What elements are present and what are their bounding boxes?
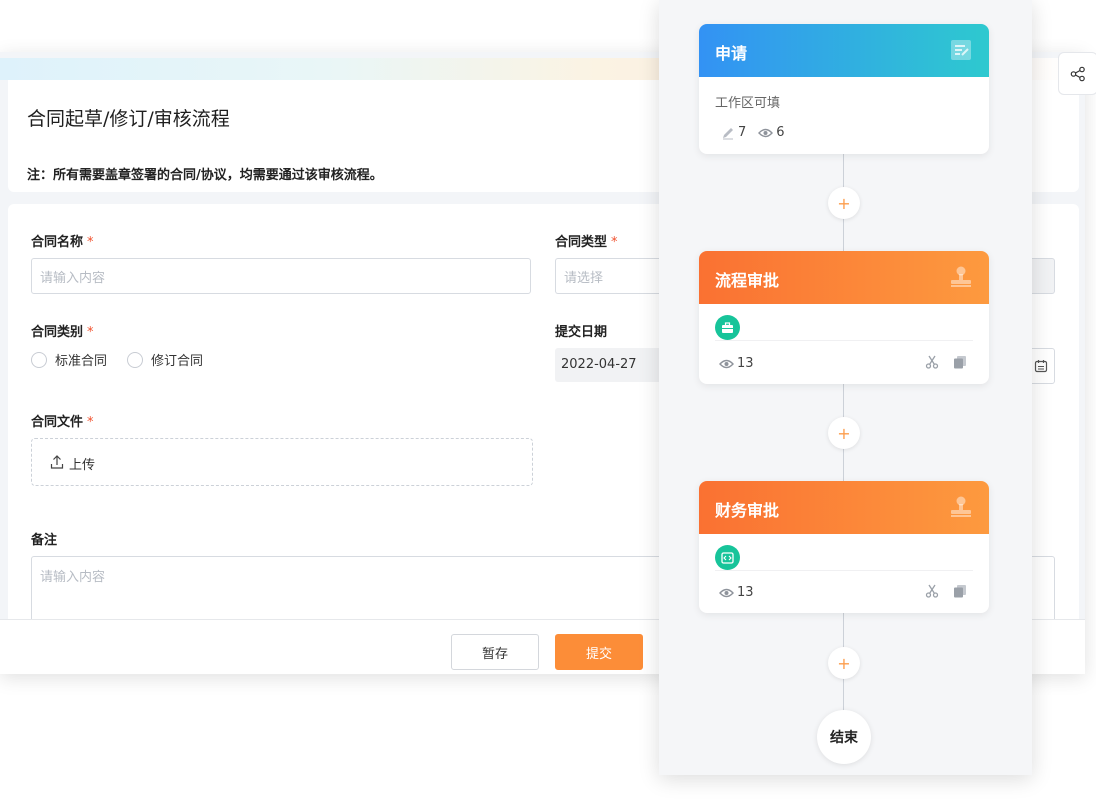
flow-node-finance-approval[interactable]: 财务审批 13 [699,481,989,613]
required-mark: * [611,235,618,250]
scissors-icon[interactable] [925,355,939,369]
remark-label: 备注 [31,533,58,548]
contract-name-input[interactable]: 请输入内容 [31,258,531,294]
radio-circle[interactable] [127,351,143,368]
radio-circle[interactable] [31,351,47,368]
remark-placeholder: 请输入内容 [40,570,106,585]
save-draft-button[interactable]: 暂存 [451,634,539,670]
upload-icon [50,455,64,469]
briefcase-badge [715,315,740,340]
contract-file-label-text: 合同文件 [31,415,84,430]
submit-button[interactable]: 提交 [555,634,643,670]
contract-type-select-end[interactable] [1032,258,1055,294]
contract-file-label: 合同文件 * [31,411,94,430]
node-header: 申请 [699,24,989,77]
required-mark: * [87,325,94,340]
eye-icon [758,128,774,137]
view-count: 6 [776,125,785,140]
node-divider [715,340,973,341]
add-node-button[interactable]: + [828,647,860,679]
view-count: 13 [737,585,754,600]
radio-standard-label: 标准合同 [55,354,108,369]
flow-end-node: 结束 [817,710,871,764]
view-count: 13 [737,356,754,371]
copy-icon[interactable] [953,355,967,369]
node-actions [925,355,967,369]
contract-type-placeholder: 请选择 [564,271,604,286]
scissors-icon[interactable] [925,584,939,598]
eye-icon [719,588,734,597]
contract-name-label-text: 合同名称 [31,235,84,250]
copy-icon[interactable] [953,584,967,598]
flow-node-process-approval[interactable]: 流程审批 13 [699,251,989,384]
eye-icon [719,359,734,368]
upload-dropzone[interactable]: 上传 [31,438,533,486]
node-title: 流程审批 [715,271,780,290]
contract-category-label-text: 合同类别 [31,325,84,340]
node-subtitle: 工作区可填 [715,96,781,111]
node-title: 财务审批 [715,501,780,520]
code-icon [721,551,734,564]
submit-date-label: 提交日期 [555,325,608,340]
code-badge [715,545,740,570]
contract-type-label-text: 合同类型 [555,235,608,250]
required-mark: * [87,235,94,250]
radio-revised-label: 修订合同 [151,354,204,369]
stamp-icon [951,266,971,287]
share-button[interactable] [1058,52,1096,95]
page-title: 合同起草/修订/审核流程 [27,108,230,130]
upload-label: 上传 [69,458,96,473]
briefcase-icon [722,321,733,333]
page-note: 注：所有需要盖章签署的合同/协议，均需要通过该审核流程。 [27,168,383,183]
edit-icon [723,127,733,139]
add-node-button[interactable]: + [828,187,860,219]
node-stats: 7 6 [721,125,785,140]
radio-standard-contract[interactable]: 标准合同 [31,350,107,369]
contract-name-label: 合同名称 * [31,231,94,250]
node-stats: 13 [719,585,754,600]
form-icon [951,40,971,60]
share-icon[interactable] [1070,66,1086,82]
contract-category-label: 合同类别 * [31,321,94,340]
node-header: 财务审批 [699,481,989,534]
required-mark: * [87,415,94,430]
add-node-button[interactable]: + [828,417,860,449]
date-picker-end[interactable] [1030,348,1055,384]
edit-count: 7 [738,125,747,140]
flow-node-apply[interactable]: 申请 工作区可填 7 6 [699,24,989,154]
contract-name-placeholder: 请输入内容 [40,271,106,286]
node-stats: 13 [719,356,754,371]
contract-type-label: 合同类型 * [555,231,618,250]
stamp-icon [951,496,971,517]
calendar-icon[interactable] [1034,359,1048,373]
node-divider [715,570,973,571]
radio-revised-contract[interactable]: 修订合同 [127,350,203,369]
node-title: 申请 [715,44,748,63]
node-header: 流程审批 [699,251,989,304]
node-actions [925,584,967,598]
